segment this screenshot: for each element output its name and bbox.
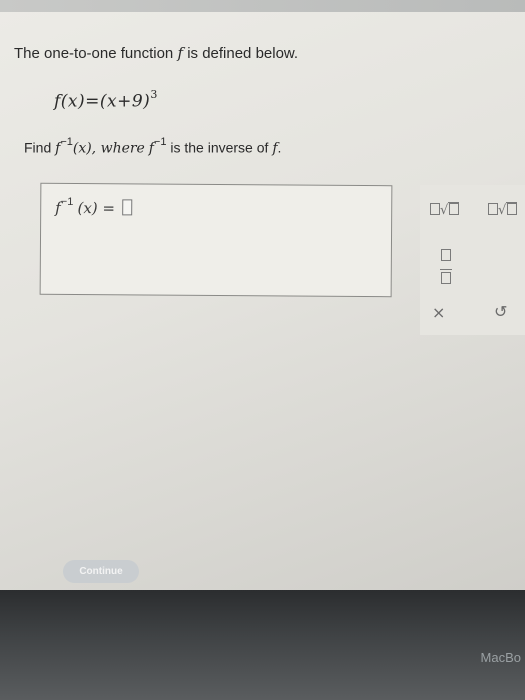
undo-button[interactable]: ↺: [494, 302, 507, 321]
answer-inverse-exponent: −1: [60, 195, 74, 209]
laptop-bezel: MacBo: [0, 590, 525, 700]
fraction-bar-icon: [440, 269, 452, 270]
task-instruction: Find f−1(x), where f−1 is the inverse of…: [24, 136, 282, 157]
task-end: .: [277, 139, 282, 156]
continue-button[interactable]: Continue: [63, 560, 139, 583]
denominator-placeholder-icon: [441, 272, 451, 284]
prompt-prefix: The one-to-one function: [14, 45, 174, 62]
index-placeholder-icon: [488, 203, 498, 215]
answer-lhs-rest: (x) =: [77, 199, 116, 218]
clear-button[interactable]: ×: [432, 303, 445, 322]
task-argument: (x), where: [72, 140, 145, 157]
radicand-placeholder-icon: [449, 203, 460, 215]
prompt-suffix: is defined below.: [187, 45, 299, 62]
task-inverse-exponent-2: −1: [153, 136, 167, 148]
task-suffix: is the inverse of: [170, 139, 269, 156]
prompt-variable: f: [177, 44, 184, 62]
numerator-placeholder-icon: [441, 249, 451, 261]
answer-entry-slot[interactable]: [122, 199, 133, 216]
answer-function: f: [55, 198, 61, 217]
close-icon: ×: [432, 303, 446, 322]
task-find: Find: [24, 139, 52, 156]
formula-exponent: 3: [150, 88, 158, 101]
question-prompt: The one-to-one function f is defined bel…: [14, 44, 298, 62]
answer-input-box[interactable]: f−1 (x) =: [39, 182, 393, 298]
fraction-button[interactable]: [440, 249, 452, 285]
browser-screen: The one-to-one function f is defined bel…: [0, 0, 525, 590]
browser-top-bar: [0, 0, 525, 12]
laptop-brand-label: MacBo: [480, 650, 521, 665]
square-root-button[interactable]: √: [430, 202, 460, 218]
function-definition: f(x)=(x+9)3: [54, 88, 158, 112]
undo-icon: ↺: [494, 302, 508, 321]
square-placeholder-icon: [430, 203, 440, 215]
math-palette: √ √ × ↺: [420, 185, 525, 335]
task-inverse-exponent: −1: [60, 136, 73, 148]
formula-body: f(x)=(x+9): [54, 91, 151, 112]
nth-radicand-placeholder-icon: [507, 203, 518, 215]
answer-expression: f−1 (x) =: [55, 195, 133, 218]
nth-root-button[interactable]: √: [488, 202, 518, 218]
